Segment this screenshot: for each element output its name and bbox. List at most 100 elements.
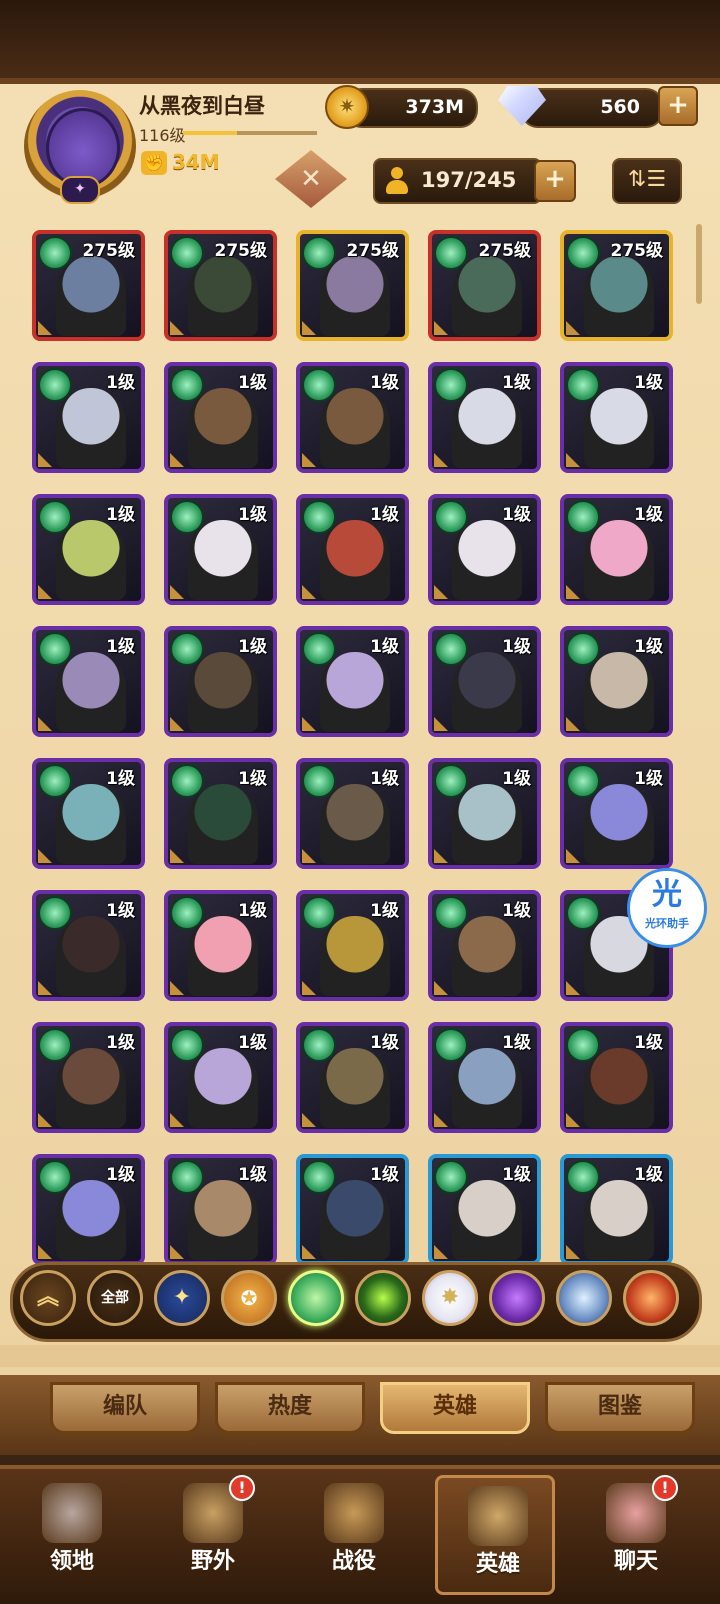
hero-card[interactable]: 1级 — [296, 758, 409, 869]
nav-item-0[interactable]: 领地 — [12, 1475, 132, 1595]
hero-portrait — [56, 1048, 126, 1128]
class-corner-icon — [566, 1245, 580, 1259]
class-corner-icon — [566, 717, 580, 731]
class-corner-icon — [38, 1113, 52, 1127]
filter-mauler-button[interactable]: ✪ — [221, 1270, 277, 1326]
subtab-0[interactable]: 编队 — [50, 1382, 200, 1434]
class-corner-icon — [434, 1113, 448, 1127]
hero-card[interactable]: 1级 — [164, 758, 277, 869]
wilder-faction-icon — [302, 764, 336, 798]
hero-card[interactable]: 1级 — [296, 362, 409, 473]
wilder-faction-icon — [302, 1160, 336, 1194]
hero-card[interactable]: 1级 — [428, 758, 541, 869]
gold-value: 373M — [405, 96, 464, 118]
wilder-faction-icon — [566, 632, 600, 666]
hero-card[interactable]: 1级 — [560, 758, 673, 869]
subtab-2[interactable]: 英雄 — [380, 1382, 530, 1434]
wilder-faction-icon — [170, 368, 204, 402]
hero-card[interactable]: 275级 — [296, 230, 409, 341]
hero-card[interactable]: 1级 — [296, 890, 409, 1001]
hero-card[interactable]: 1级 — [428, 626, 541, 737]
hero-level: 1级 — [634, 1033, 663, 1053]
hero-card[interactable]: 1级 — [164, 626, 277, 737]
class-corner-icon — [434, 585, 448, 599]
nav-item-1[interactable]: 野外! — [153, 1475, 273, 1595]
notification-badge: ! — [229, 1475, 255, 1501]
hero-card[interactable]: 1级 — [560, 626, 673, 737]
nav-item-3[interactable]: 英雄 — [435, 1475, 555, 1595]
hero-card[interactable]: 1级 — [32, 1154, 145, 1265]
hero-level: 275级 — [478, 241, 532, 261]
class-corner-icon — [170, 717, 184, 731]
nav-item-2[interactable]: 战役 — [294, 1475, 414, 1595]
hero-level: 275级 — [610, 241, 664, 261]
filter-lightbearer-button[interactable]: ✦ — [154, 1270, 210, 1326]
filter-wilder-button[interactable] — [288, 1270, 344, 1326]
hero-card[interactable]: 1级 — [164, 362, 277, 473]
hero-portrait — [584, 388, 654, 468]
hero-level: 1级 — [238, 637, 267, 657]
hero-card[interactable]: 1级 — [428, 890, 541, 1001]
hero-portrait — [56, 256, 126, 336]
hero-portrait — [188, 916, 258, 996]
class-corner-icon — [434, 717, 448, 731]
hero-card[interactable]: 275级 — [32, 230, 145, 341]
hero-card[interactable]: 1级 — [32, 758, 145, 869]
hero-card[interactable]: 1级 — [164, 1022, 277, 1133]
nav-item-4[interactable]: 聊天! — [576, 1475, 696, 1595]
nav-label: 英雄 — [475, 1552, 520, 1577]
hero-portrait — [452, 916, 522, 996]
add-diamonds-button[interactable]: + — [658, 86, 698, 126]
hero-list-scrollbar[interactable] — [696, 224, 702, 304]
filter-dragon-button[interactable] — [623, 1270, 679, 1326]
subtab-1[interactable]: 热度 — [215, 1382, 365, 1434]
hero-card[interactable]: 1级 — [32, 626, 145, 737]
star-icon: ✦ — [172, 1285, 192, 1310]
hero-card[interactable]: 1级 — [560, 494, 673, 605]
hero-card[interactable]: 1级 — [428, 1022, 541, 1133]
assistant-float-button[interactable]: 光 光环助手 — [627, 868, 707, 948]
hero-portrait — [452, 1180, 522, 1260]
subtab-3[interactable]: 图鉴 — [545, 1382, 695, 1434]
hero-card[interactable]: 1级 — [428, 1154, 541, 1265]
hero-card[interactable]: 1级 — [296, 626, 409, 737]
hero-card[interactable]: 1级 — [32, 890, 145, 1001]
hero-card[interactable]: 1级 — [32, 362, 145, 473]
wilder-faction-icon — [434, 1160, 468, 1194]
hero-card[interactable]: 275级 — [428, 230, 541, 341]
sort-button[interactable]: ⇅☰ — [612, 158, 682, 204]
assistant-label: 光环助手 — [645, 917, 689, 930]
filter-celestial-button[interactable]: ✸ — [422, 1270, 478, 1326]
hero-card[interactable]: 1级 — [164, 890, 277, 1001]
hero-portrait — [584, 256, 654, 336]
hero-card[interactable]: 1级 — [428, 362, 541, 473]
hero-level: 1级 — [634, 769, 663, 789]
hero-level: 1级 — [370, 505, 399, 525]
hero-card[interactable]: 1级 — [560, 1154, 673, 1265]
collapse-filter-button[interactable]: ︽ — [20, 1270, 76, 1326]
add-hero-slots-button[interactable]: + — [534, 160, 576, 202]
filter-dimensional-button[interactable] — [556, 1270, 612, 1326]
hero-card[interactable]: 1级 — [164, 1154, 277, 1265]
filter-hypogean-button[interactable] — [489, 1270, 545, 1326]
filter-all-button[interactable]: 全部 — [87, 1270, 143, 1326]
hero-card[interactable]: 1级 — [560, 1022, 673, 1133]
hero-card[interactable]: 1级 — [164, 494, 277, 605]
filter-graveborn-button[interactable] — [355, 1270, 411, 1326]
hero-card[interactable]: 1级 — [428, 494, 541, 605]
hero-card[interactable]: 275级 — [560, 230, 673, 341]
class-corner-icon — [170, 1245, 184, 1259]
hero-card[interactable]: 1级 — [32, 494, 145, 605]
hero-card[interactable]: 275级 — [164, 230, 277, 341]
hero-card[interactable]: 1级 — [560, 362, 673, 473]
hero-card[interactable]: 1级 — [32, 1022, 145, 1133]
hero-card[interactable]: 1级 — [296, 1022, 409, 1133]
hero-card[interactable]: 1级 — [296, 1154, 409, 1265]
hero-card[interactable]: 1级 — [296, 494, 409, 605]
wilder-faction-icon — [302, 236, 336, 270]
wilder-faction-icon — [566, 896, 600, 930]
class-corner-icon — [302, 1245, 316, 1259]
class-corner-icon — [566, 321, 580, 335]
hero-level: 1级 — [634, 1165, 663, 1185]
hero-level: 1级 — [106, 1033, 135, 1053]
